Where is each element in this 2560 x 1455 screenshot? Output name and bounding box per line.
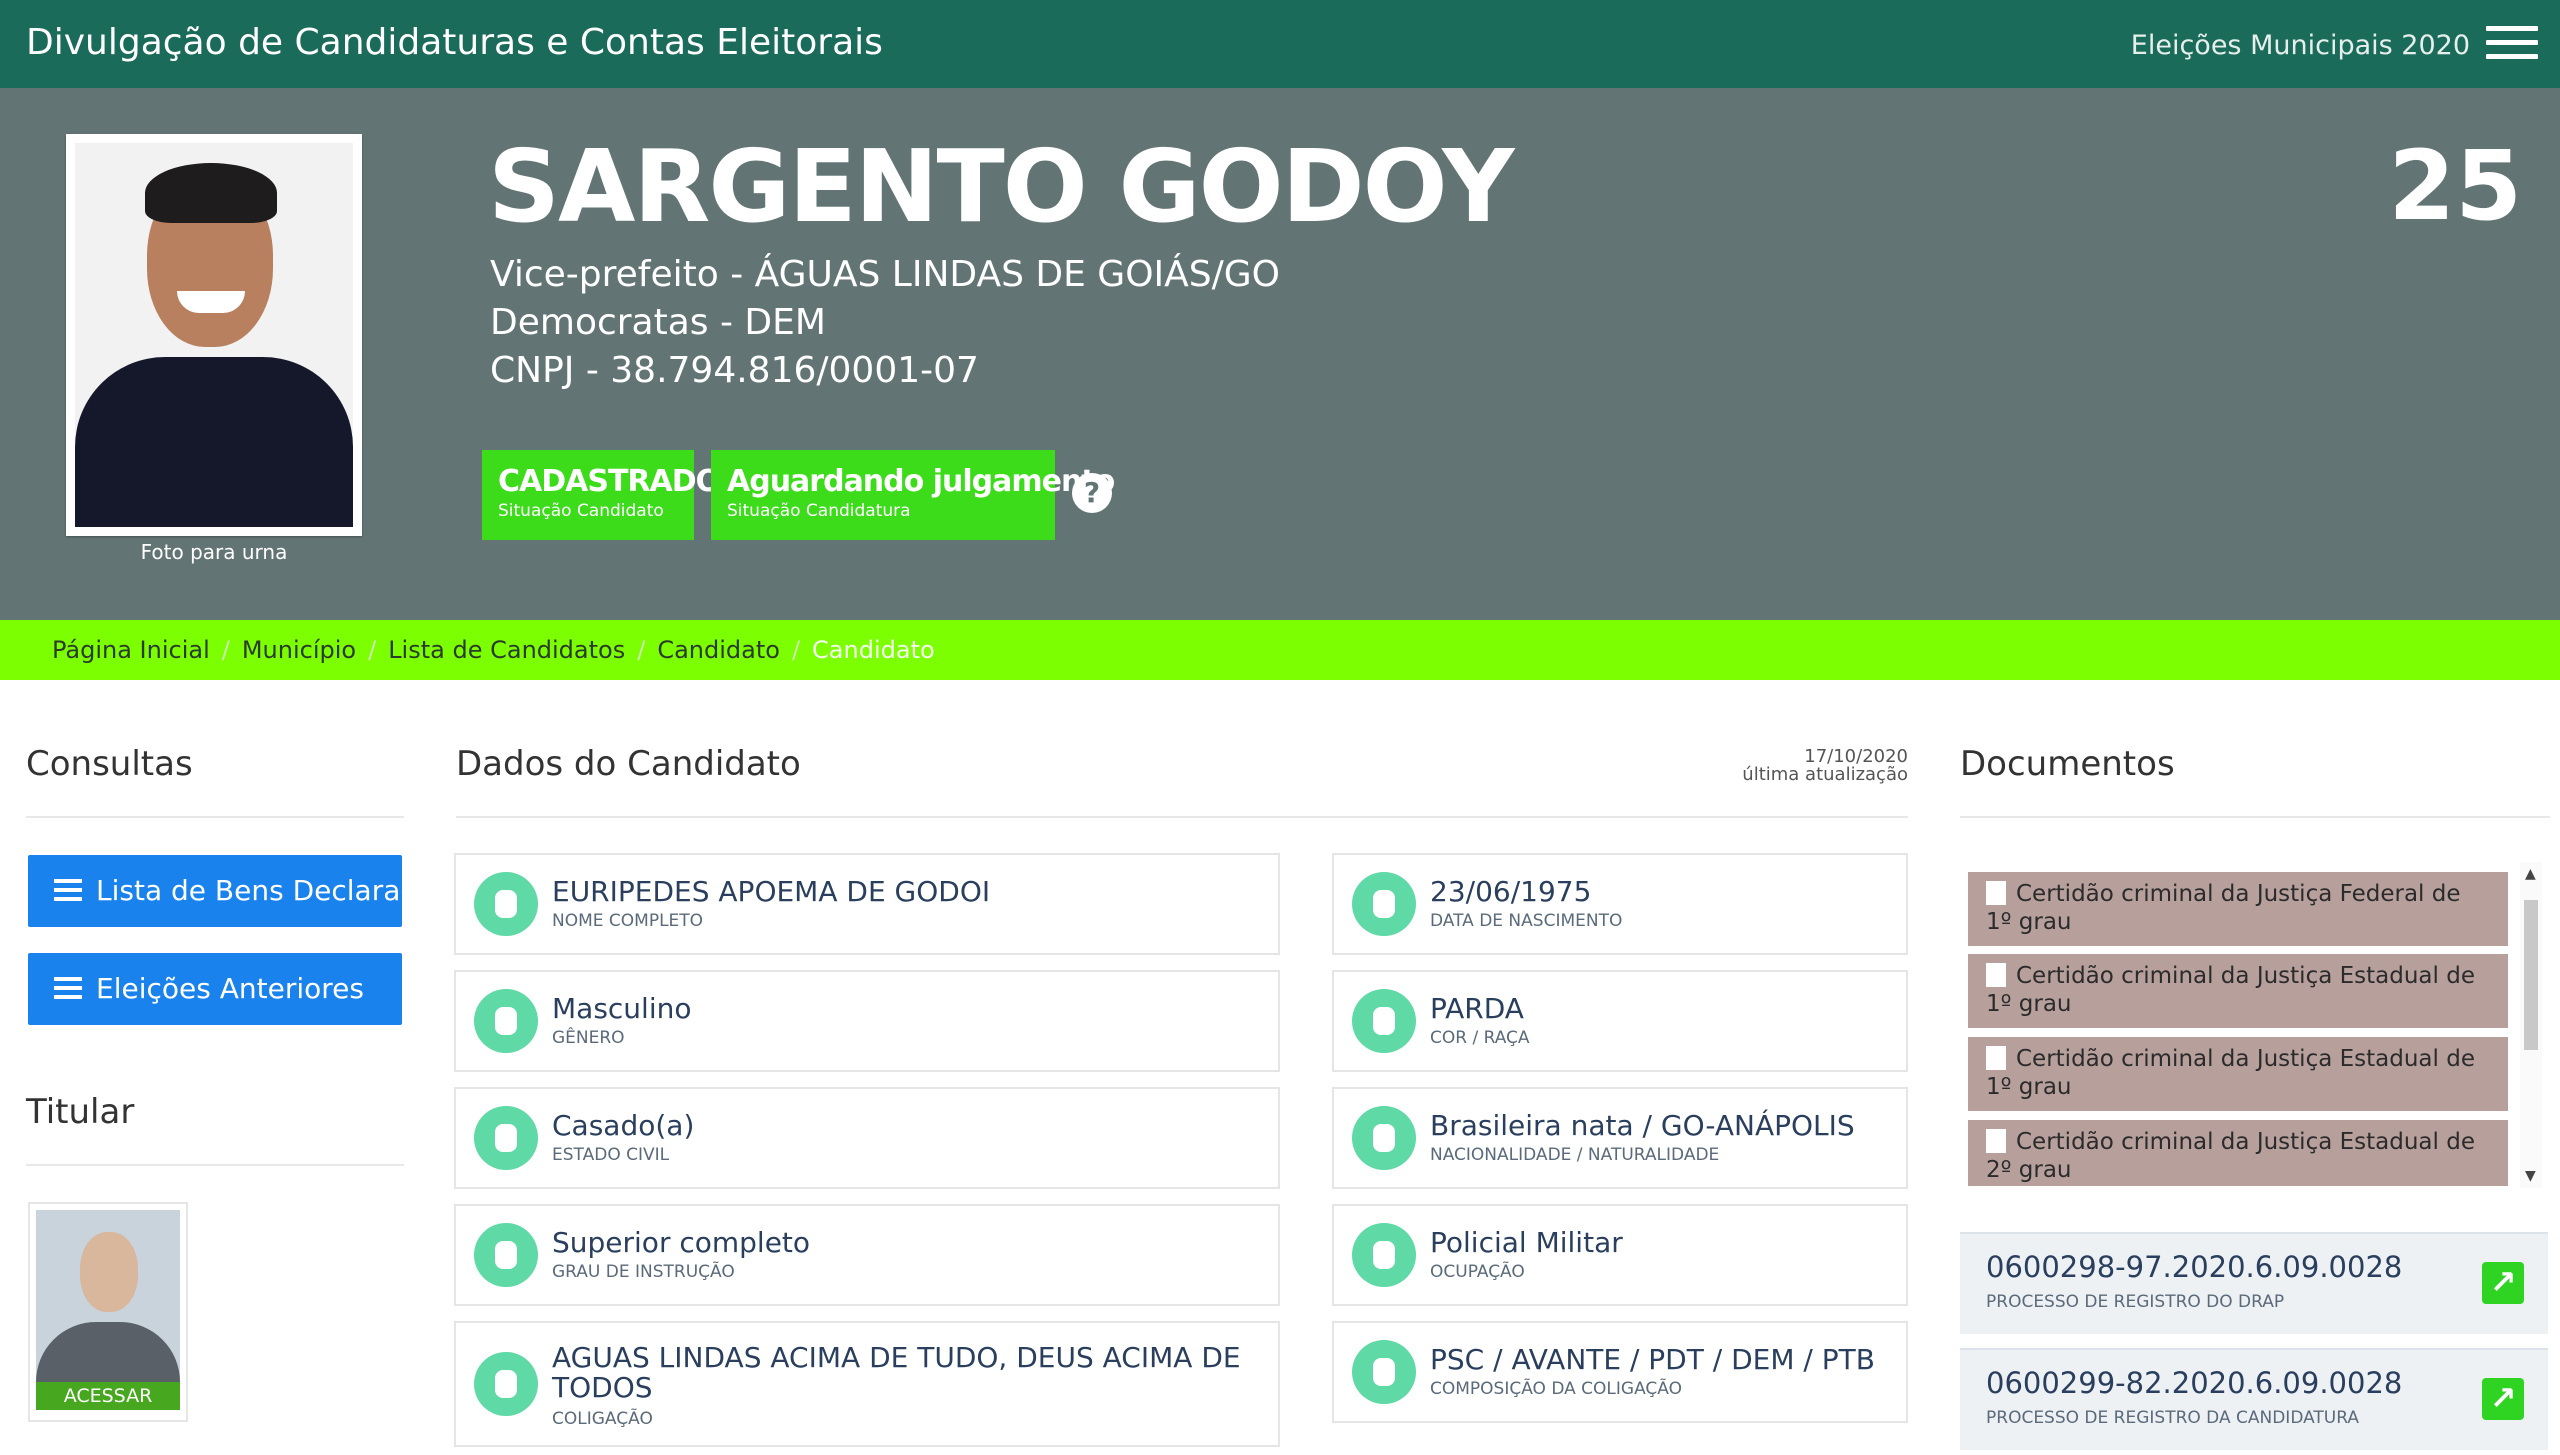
process-number: 0600298-97.2020.6.09.0028	[1986, 1250, 2403, 1284]
document-item[interactable]: Certidão criminal da Justiça Federal de …	[1968, 872, 2508, 946]
list-icon	[54, 879, 82, 901]
last-update: 17/10/2020 última atualização	[1742, 746, 1908, 785]
process-label: PROCESSO DE REGISTRO DO DRAP	[1986, 1292, 2285, 1312]
info-data-nascimento: 23/06/1975 DATA DE NASCIMENTO	[1332, 853, 1908, 955]
folder-icon	[1352, 1340, 1416, 1404]
top-bar: Divulgação de Candidaturas e Contas Elei…	[0, 0, 2560, 88]
candidate-office: Vice-prefeito - ÁGUAS LINDAS DE GOIÁS/GO	[490, 254, 1280, 295]
acessar-button[interactable]: ACESSAR	[36, 1382, 180, 1410]
eleicoes-anteriores-button[interactable]: Eleições Anteriores	[28, 953, 402, 1025]
file-icon	[1986, 963, 2006, 987]
document-item[interactable]: Certidão criminal da Justiça Estadual de…	[1968, 1037, 2508, 1111]
documentos-title: Documentos	[1960, 744, 2175, 784]
external-link-icon[interactable]: ↗	[2482, 1262, 2524, 1304]
hamburger-menu-icon[interactable]	[2486, 26, 2538, 62]
election-label: Eleições Municipais 2020	[2130, 30, 2470, 61]
divider	[456, 816, 1908, 818]
app-title: Divulgação de Candidaturas e Contas Elei…	[26, 22, 883, 63]
help-icon[interactable]: ?	[1072, 473, 1112, 513]
info-coligacao: AGUAS LINDAS ACIMA DE TUDO, DEUS ACIMA D…	[454, 1321, 1280, 1447]
status-candidacy-badge: Aguardando julgamento Situação Candidatu…	[711, 450, 1115, 540]
documents-scrollbar[interactable]: ▲ ▼	[2520, 862, 2542, 1188]
titular-photo: ACESSAR	[36, 1210, 180, 1410]
breadcrumb-lista-candidatos[interactable]: Lista de Candidatos	[388, 636, 625, 664]
documents-list[interactable]: Certidão criminal da Justiça Federal de …	[1960, 862, 2542, 1188]
file-icon	[1986, 881, 2006, 905]
bank-icon	[1352, 1223, 1416, 1287]
photo-caption: Foto para urna	[140, 540, 288, 564]
titular-card[interactable]: ACESSAR	[28, 1202, 188, 1422]
scrollbar-thumb[interactable]	[2524, 900, 2538, 1050]
info-cor-raca: PARDA COR / RAÇA	[1332, 970, 1908, 1072]
scroll-up-icon[interactable]: ▲	[2525, 866, 2536, 882]
file-icon	[1986, 1129, 2006, 1153]
titular-title: Titular	[26, 1092, 135, 1132]
breadcrumb-municipio[interactable]: Município	[242, 636, 356, 664]
ring-icon	[474, 1106, 538, 1170]
candidate-photo	[66, 134, 362, 536]
body-icon	[1352, 989, 1416, 1053]
breadcrumb-home[interactable]: Página Inicial	[52, 636, 210, 664]
graduation-cap-icon	[474, 1223, 538, 1287]
user-icon	[474, 872, 538, 936]
divider	[26, 1164, 404, 1166]
info-nacionalidade: Brasileira nata / GO-ANÁPOLIS NACIONALID…	[1332, 1087, 1908, 1189]
divider	[26, 816, 404, 818]
info-ocupacao: Policial Militar OCUPAÇÃO	[1332, 1204, 1908, 1306]
candidate-name: SARGENTO GODOY	[488, 128, 1514, 245]
process-number: 0600299-82.2020.6.09.0028	[1986, 1366, 2403, 1400]
calendar-icon	[1352, 872, 1416, 936]
candidate-cnpj: CNPJ - 38.794.816/0001-07	[490, 350, 979, 391]
breadcrumb: Página Inicial / Município / Lista de Candid…	[0, 620, 2560, 680]
breadcrumb-candidato[interactable]: Candidato	[657, 636, 780, 664]
process-drap: 0600298-97.2020.6.09.0028 PROCESSO DE RE…	[1960, 1232, 2548, 1334]
candidate-number: 25	[2388, 130, 2522, 242]
dados-title: Dados do Candidato	[456, 744, 801, 784]
gender-icon	[474, 989, 538, 1053]
group-icon	[474, 1352, 538, 1416]
candidate-hero: Foto para urna SARGENTO GODOY Vice-prefe…	[0, 88, 2560, 620]
document-item[interactable]: Certidão criminal da Justiça Estadual de…	[1968, 954, 2508, 1028]
scroll-down-icon[interactable]: ▼	[2525, 1168, 2536, 1184]
consultas-title: Consultas	[26, 744, 193, 784]
process-candidatura: 0600299-82.2020.6.09.0028 PROCESSO DE RE…	[1960, 1348, 2548, 1450]
candidate-party: Democratas - DEM	[490, 302, 826, 343]
external-link-icon[interactable]: ↗	[2482, 1378, 2524, 1420]
document-item[interactable]: Certidão criminal da Justiça Estadual de…	[1968, 1120, 2508, 1186]
info-estado-civil: Casado(a) ESTADO CIVIL	[454, 1087, 1280, 1189]
breadcrumb-current: Candidato	[812, 636, 935, 664]
divider	[1960, 816, 2550, 818]
bens-declarados-button[interactable]: Lista de Bens Declarados	[28, 855, 402, 927]
map-icon	[1352, 1106, 1416, 1170]
info-genero: Masculino GÊNERO	[454, 970, 1280, 1072]
file-icon	[1986, 1046, 2006, 1070]
process-label: PROCESSO DE REGISTRO DA CANDIDATURA	[1986, 1408, 2359, 1428]
info-nome-completo: EURIPEDES APOEMA DE GODOI NOME COMPLETO	[454, 853, 1280, 955]
list-icon	[54, 977, 82, 999]
info-grau-instrucao: Superior completo GRAU DE INSTRUÇÃO	[454, 1204, 1280, 1306]
info-composicao-coligacao: PSC / AVANTE / PDT / DEM / PTB COMPOSIÇÃ…	[1332, 1321, 1908, 1423]
status-candidate-badge: CADASTRADO Situação Candidato	[482, 450, 721, 540]
